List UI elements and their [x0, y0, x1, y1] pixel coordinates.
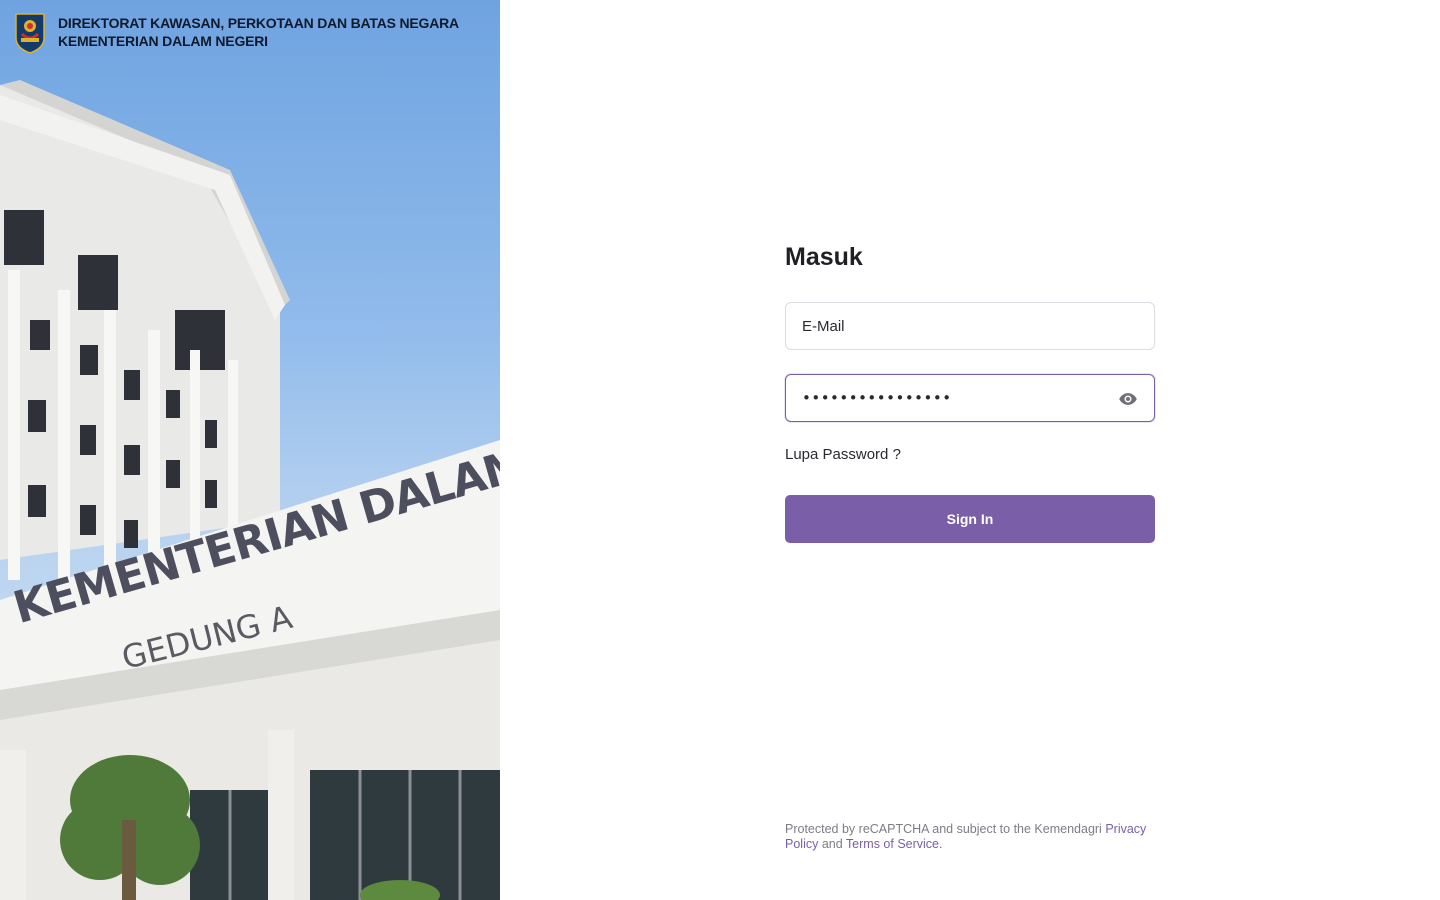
- brand-header: DIREKTORAT KAWASAN, PERKOTAAN DAN BATAS …: [12, 12, 459, 54]
- recaptcha-notice: Protected by reCAPTCHA and subject to th…: [785, 822, 1165, 852]
- hero-panel: KEMENTERIAN DALAM NEGERI GEDUNG A DIREKT…: [0, 0, 500, 900]
- kemendagri-logo: [15, 13, 45, 54]
- login-form: Masuk E-Mail •••••••••••••••• Lupa Passw…: [785, 240, 1155, 543]
- footer-suffix: .: [939, 837, 943, 851]
- password-value: ••••••••••••••••: [802, 389, 952, 407]
- page-title: Masuk: [785, 243, 863, 271]
- footer-prefix: Protected by reCAPTCHA and subject to th…: [785, 822, 1106, 836]
- sign-in-button[interactable]: Sign In: [785, 495, 1155, 543]
- email-field[interactable]: E-Mail: [785, 302, 1155, 350]
- building-photo: [0, 80, 500, 900]
- password-field[interactable]: ••••••••••••••••: [785, 374, 1155, 422]
- brand-title: DIREKTORAT KAWASAN, PERKOTAAN DAN BATAS …: [58, 15, 459, 31]
- forgot-password-link[interactable]: Lupa Password ?: [785, 446, 901, 463]
- footer-and: and: [818, 837, 846, 851]
- brand-subtitle: KEMENTERIAN DALAM NEGERI: [58, 33, 268, 49]
- eye-icon[interactable]: [1118, 389, 1138, 409]
- terms-of-service-link[interactable]: Terms of Service: [846, 837, 939, 851]
- email-placeholder: E-Mail: [802, 317, 845, 335]
